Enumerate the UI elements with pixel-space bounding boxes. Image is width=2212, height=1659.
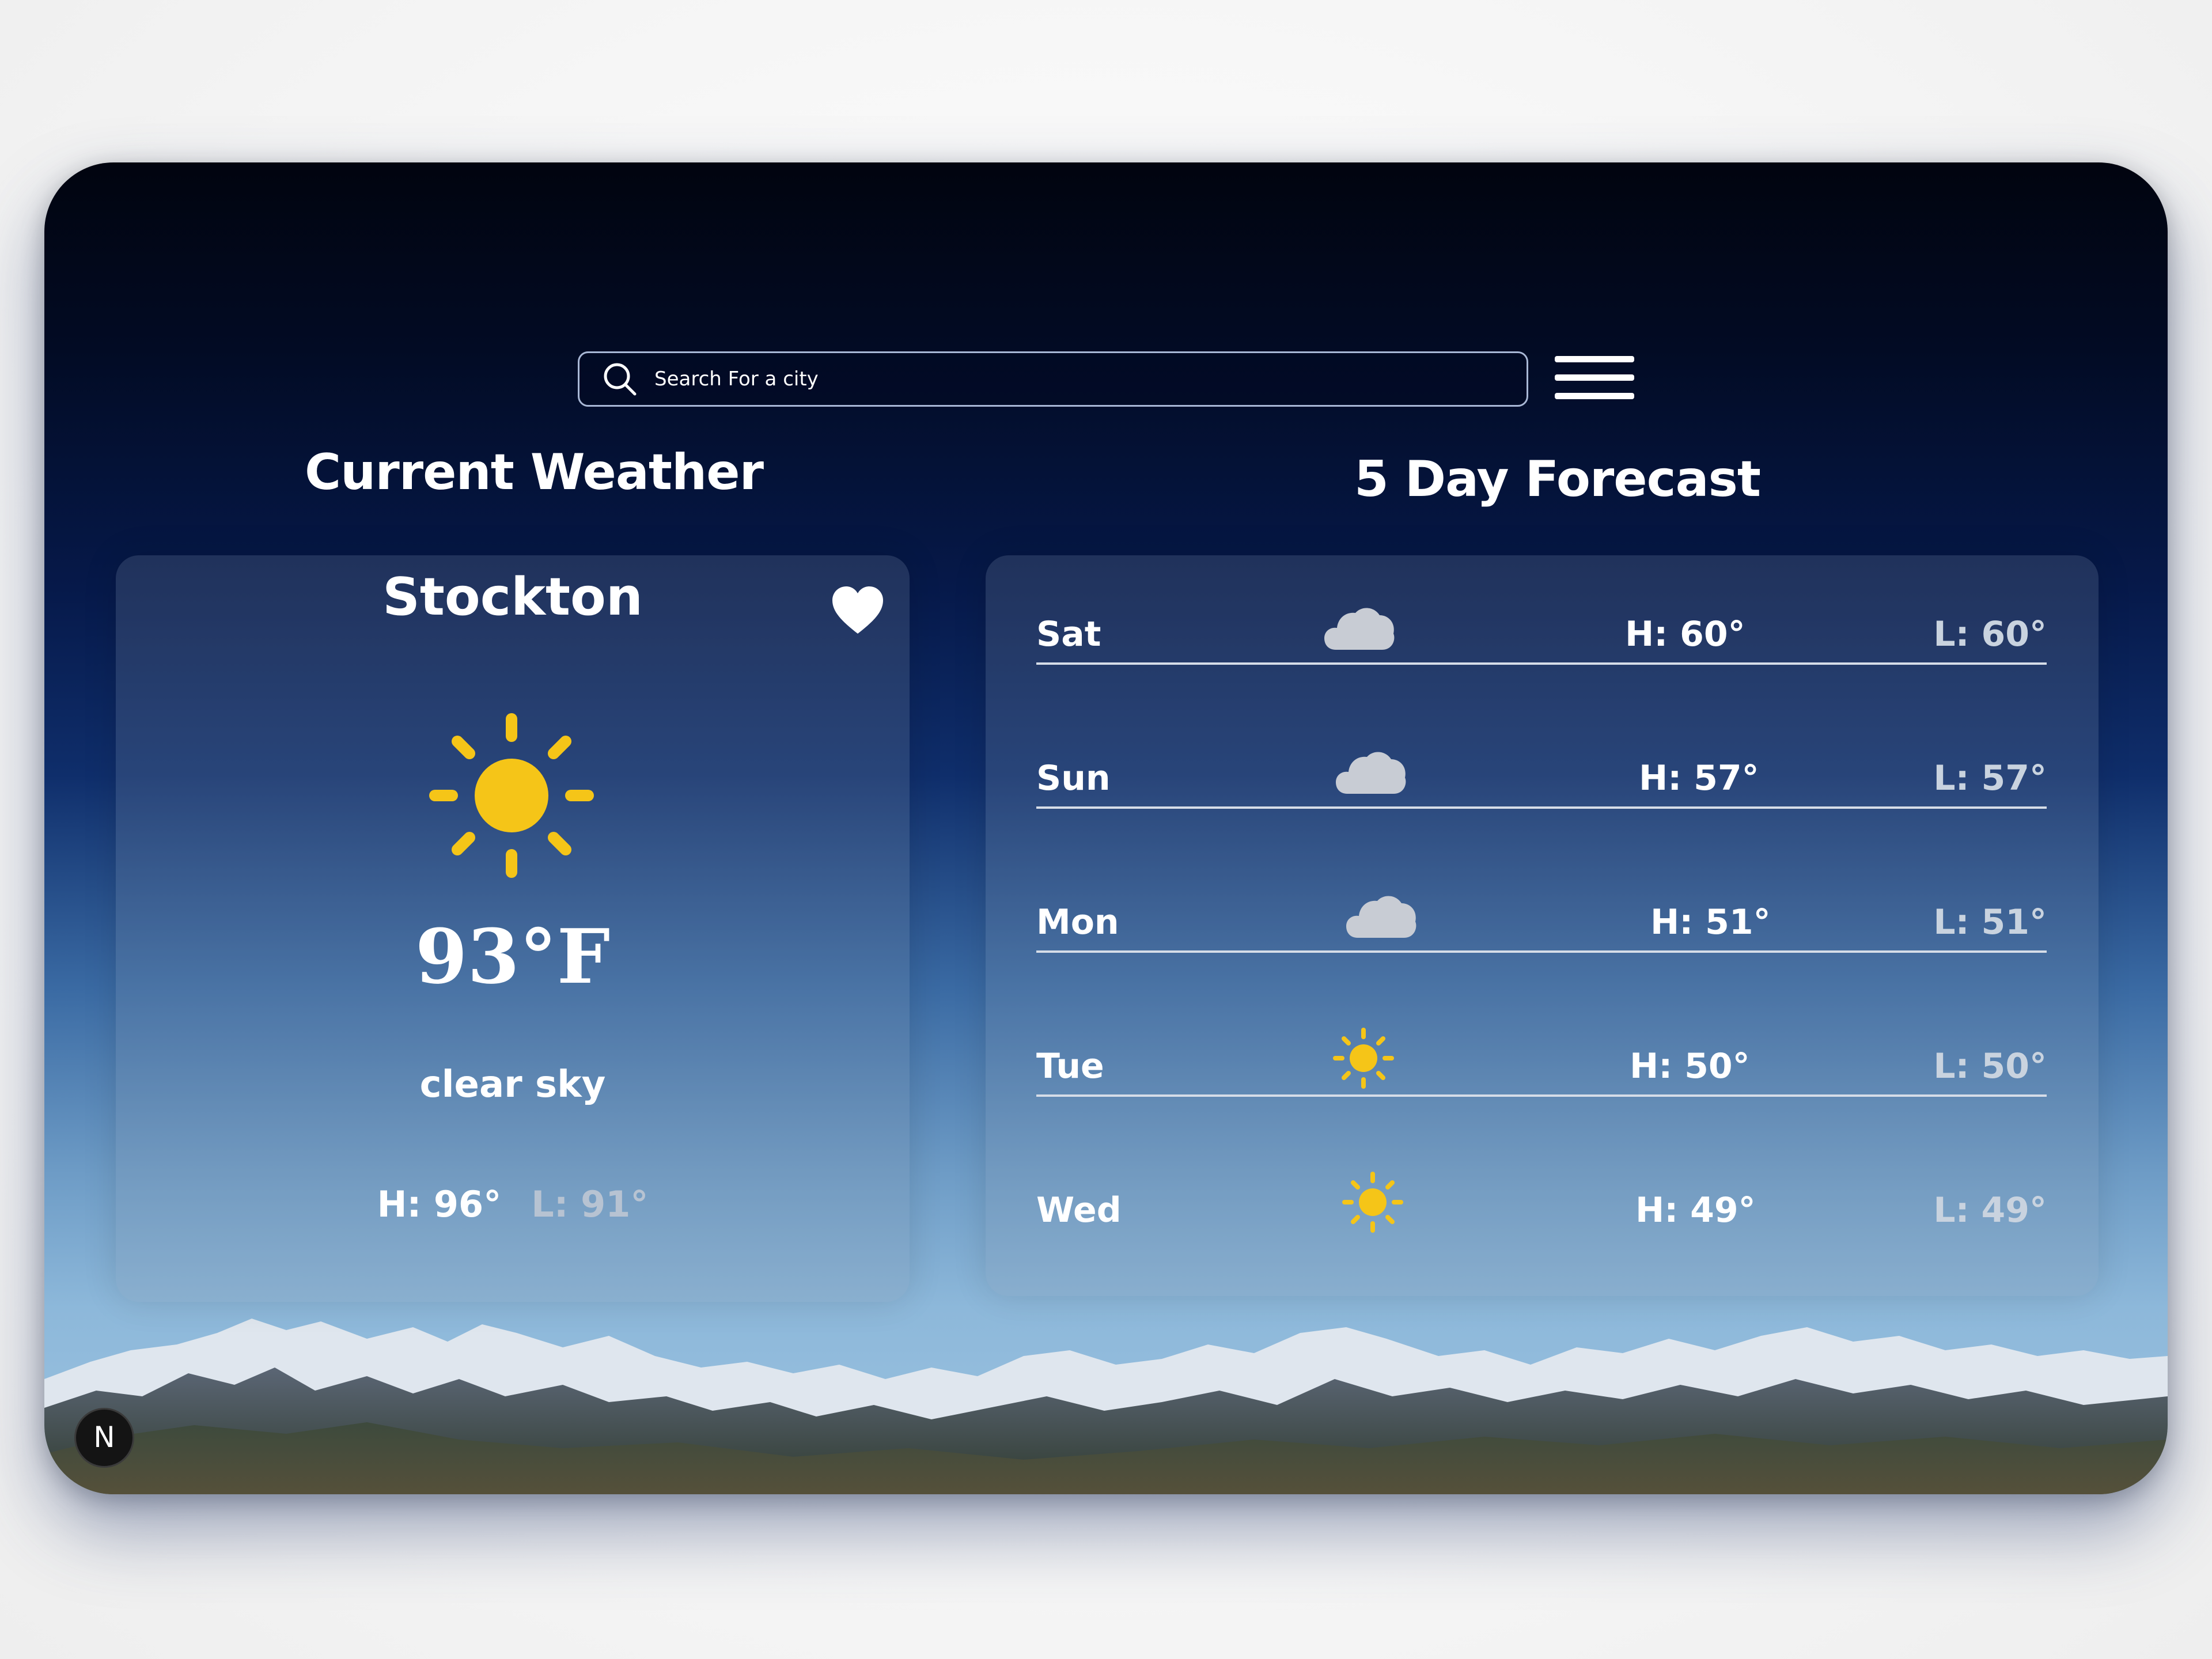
forecast-row: Wed H: 49° L: 49° (1036, 1172, 2047, 1241)
row-divider (1036, 662, 2047, 665)
forecast-day: Wed (1036, 1190, 1122, 1230)
forecast-low: L: 57° (1933, 758, 2047, 798)
forecast-high: H: 57° (1639, 758, 1759, 798)
current-weather-card: Stockton 93°F clear sky H: 96° L: 91° (116, 555, 910, 1302)
n-badge[interactable]: N (74, 1408, 134, 1468)
forecast-row: Sun H: 57° L: 57° (1036, 740, 2047, 809)
cloud-icon (1324, 608, 1395, 650)
forecast-row: Sat H: 60° L: 60° (1036, 596, 2047, 665)
sun-icon (1342, 1172, 1403, 1233)
sun-icon (429, 713, 594, 878)
current-high-low: H: 96° L: 91° (116, 1183, 910, 1225)
forecast-low: L: 50° (1933, 1046, 2047, 1086)
forecast-low: L: 51° (1933, 902, 2047, 942)
forecast-day: Sun (1036, 758, 1111, 798)
forecast-card: Sat H: 60° L: 60° Sun H: 57° L: 57° Mon (986, 555, 2099, 1296)
heart-icon[interactable] (830, 584, 885, 636)
forecast-low: L: 49° (1933, 1190, 2047, 1230)
current-temperature: 93°F (415, 912, 611, 1001)
sun-icon (1333, 1028, 1394, 1089)
forecast-day: Tue (1036, 1046, 1104, 1086)
mountain-background-image (44, 1319, 2168, 1494)
search-bar[interactable] (578, 351, 1528, 407)
hamburger-menu-icon[interactable] (1555, 356, 1634, 400)
forecast-day: Sat (1036, 614, 1101, 654)
row-divider (1036, 806, 2047, 809)
forecast-row: Tue H: 50° L: 50° (1036, 1028, 2047, 1097)
current-weather-title: Current Weather (305, 444, 764, 501)
forecast-title: 5 Day Forecast (1354, 450, 1761, 508)
forecast-day: Mon (1036, 902, 1119, 942)
forecast-high: H: 60° (1625, 614, 1745, 654)
forecast-row: Mon H: 51° L: 51° (1036, 884, 2047, 953)
page-background: Current Weather 5 Day Forecast Stockton (0, 0, 2212, 1659)
current-low: L: 91° (531, 1183, 649, 1225)
current-high: H: 96° (377, 1183, 502, 1225)
forecast-low: L: 60° (1933, 614, 2047, 654)
forecast-high: H: 49° (1635, 1190, 1756, 1230)
cloud-icon (1336, 752, 1406, 794)
search-input[interactable] (653, 361, 1462, 397)
forecast-high: H: 51° (1650, 902, 1771, 942)
forecast-high: H: 50° (1630, 1046, 1750, 1086)
row-divider (1036, 950, 2047, 953)
row-divider (1036, 1094, 2047, 1097)
search-icon[interactable] (601, 361, 638, 397)
cloud-icon (1346, 896, 1416, 938)
weather-description: clear sky (419, 1063, 606, 1106)
city-name: Stockton (382, 567, 643, 627)
weather-app-window: Current Weather 5 Day Forecast Stockton (44, 162, 2168, 1494)
